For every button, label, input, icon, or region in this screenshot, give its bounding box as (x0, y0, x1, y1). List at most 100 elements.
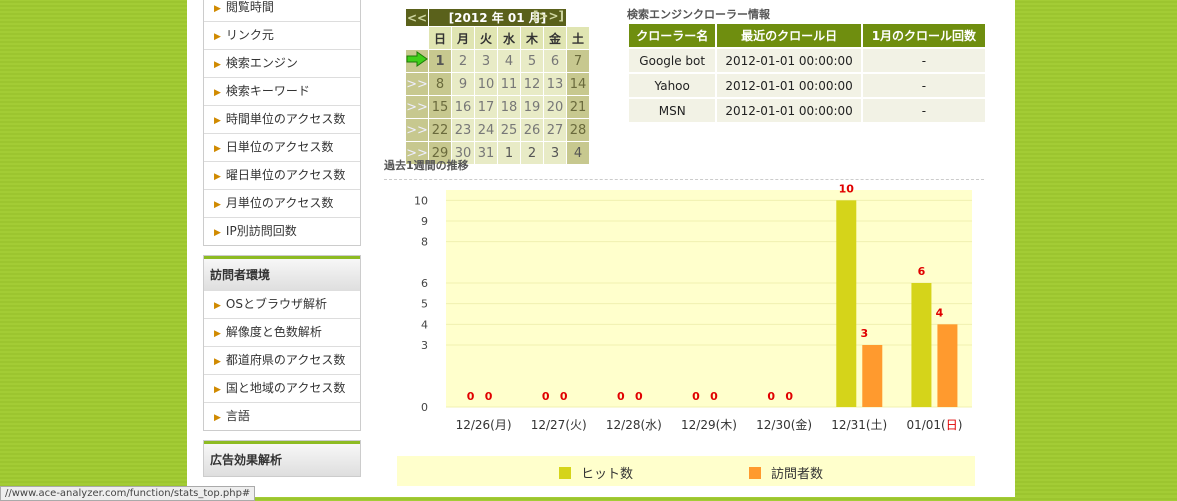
sidebar-menu-item[interactable]: ▶ OSとブラウザ解析 (204, 291, 360, 319)
calendar-day[interactable]: 1 (429, 50, 451, 72)
arrow-right-icon: ▶ (214, 200, 221, 210)
legend-swatch (559, 467, 571, 479)
calendar-week-link[interactable]: >> (406, 119, 428, 141)
sidebar-group-title: 広告効果解析 (204, 441, 360, 476)
calendar-next-link[interactable]: [>>] (533, 9, 564, 23)
crawler-cell: 2012-01-01 00:00:00 (717, 74, 861, 97)
sidebar: ▶ 閲覧時間 ▶ リンク元 ▶ 検索エンジン ▶ 検索キーワード ▶ 時間単位のアクセス数 ▶ 日単位… (203, 0, 361, 486)
calendar-day[interactable]: 15 (429, 96, 451, 118)
calendar-day[interactable]: 12 (521, 73, 543, 95)
menu-item-label: 検索キーワード (225, 84, 310, 98)
calendar-day[interactable]: 4 (567, 142, 589, 164)
calendar-day[interactable]: 3 (475, 50, 497, 72)
current-week-arrow-icon (406, 51, 428, 67)
bar (937, 324, 958, 407)
calendar-day[interactable]: 1 (498, 142, 520, 164)
arrow-right-icon: ▶ (214, 144, 221, 154)
menu-item-label: 曜日単位のアクセス数 (225, 168, 346, 182)
calendar-day[interactable]: 16 (452, 96, 474, 118)
calendar-week: >> 15 16 17 18 19 20 21 (406, 96, 589, 118)
sidebar-menu-item[interactable]: ▶ 曜日単位のアクセス数 (204, 162, 360, 190)
crawler-cell: - (862, 99, 985, 122)
sidebar-menu-item[interactable]: ▶ IP別訪問回数 (204, 218, 360, 245)
calendar-day[interactable]: 25 (498, 119, 520, 141)
y-tick-label: 4 (421, 318, 428, 331)
bar-value-label: 0 (560, 390, 568, 403)
calendar-day[interactable]: 7 (567, 50, 589, 72)
menu-item-label: 時間単位のアクセス数 (225, 112, 346, 126)
calendar-day[interactable]: 10 (475, 73, 497, 95)
calendar-corner (406, 27, 428, 49)
calendar-day[interactable]: 28 (567, 119, 589, 141)
calendar-day[interactable]: 27 (544, 119, 566, 141)
sidebar-menu-item[interactable]: ▶ 検索エンジン (204, 50, 360, 78)
bar-value-label: 3 (860, 327, 868, 340)
calendar-week-link[interactable]: >> (406, 96, 428, 118)
sidebar-menu-item[interactable]: ▶ リンク元 (204, 22, 360, 50)
calendar-week-link[interactable]: >> (406, 73, 428, 95)
plot-area (446, 190, 972, 407)
arrow-right-icon: ▶ (214, 32, 221, 42)
arrow-right-icon: ▶ (214, 329, 221, 339)
calendar-day[interactable]: 21 (567, 96, 589, 118)
sidebar-menu-item[interactable]: ▶ 言語 (204, 403, 360, 430)
calendar-week: >> 22 23 24 25 26 27 28 (406, 119, 589, 141)
calendar-day[interactable]: 9 (452, 73, 474, 95)
bar-value-label: 0 (635, 390, 643, 403)
calendar-week-link[interactable] (406, 50, 428, 72)
calendar-day[interactable]: 11 (498, 73, 520, 95)
sidebar-access-group: ▶ 閲覧時間 ▶ リンク元 ▶ 検索エンジン ▶ 検索キーワード ▶ 時間単位のアクセス数 ▶ 日単位… (203, 0, 361, 246)
calendar-day[interactable]: 19 (521, 96, 543, 118)
crawler-cell: - (862, 49, 985, 72)
sidebar-menu-item[interactable]: ▶ 閲覧時間 (204, 0, 360, 22)
calendar-week-marker: >> (406, 76, 428, 92)
sidebar-menu-item[interactable]: ▶ 日単位のアクセス数 (204, 134, 360, 162)
crawler-row: MSN 2012-01-01 00:00:00- (629, 99, 985, 122)
calendar-day[interactable]: 4 (498, 50, 520, 72)
sidebar-menu-item[interactable]: ▶ 解像度と色数解析 (204, 319, 360, 347)
calendar-day[interactable]: 14 (567, 73, 589, 95)
arrow-right-icon: ▶ (214, 385, 221, 395)
menu-item-label: 閲覧時間 (225, 0, 274, 14)
y-tick-label: 5 (421, 298, 428, 311)
sidebar-menu-item[interactable]: ▶ 国と地域のアクセス数 (204, 375, 360, 403)
calendar-day[interactable]: 5 (521, 50, 543, 72)
y-tick-label: 0 (421, 401, 428, 414)
bar-value-label: 0 (710, 390, 718, 403)
bar-value-label: 10 (839, 182, 855, 195)
bar-value-label: 0 (617, 390, 625, 403)
sidebar-menu-item[interactable]: ▶ 時間単位のアクセス数 (204, 106, 360, 134)
calendar-prev-link[interactable]: << (406, 9, 428, 26)
calendar-day[interactable]: 24 (475, 119, 497, 141)
arrow-right-icon: ▶ (214, 228, 221, 238)
sidebar-menu-item[interactable]: ▶ 検索キーワード (204, 78, 360, 106)
calendar-day[interactable]: 20 (544, 96, 566, 118)
calendar-day[interactable]: 18 (498, 96, 520, 118)
menu-item-label: 日単位のアクセス数 (225, 140, 334, 154)
calendar-day[interactable]: 2 (452, 50, 474, 72)
calendar-day[interactable]: 17 (475, 96, 497, 118)
calendar-day[interactable]: 2 (521, 142, 543, 164)
y-tick-label: 3 (421, 339, 428, 352)
sidebar-menu-item[interactable]: ▶ 月単位のアクセス数 (204, 190, 360, 218)
crawler-cell: - (862, 74, 985, 97)
crawler-row: Yahoo 2012-01-01 00:00:00- (629, 74, 985, 97)
arrow-right-icon: ▶ (214, 60, 221, 70)
calendar-week-marker: >> (406, 99, 428, 115)
crawler-cell: MSN (629, 99, 716, 122)
calendar-day[interactable]: 22 (429, 119, 451, 141)
menu-item-label: 言語 (225, 409, 250, 423)
sidebar-menu-item[interactable]: ▶ 都道府県のアクセス数 (204, 347, 360, 375)
calendar-day[interactable]: 8 (429, 73, 451, 95)
calendar-day[interactable]: 26 (521, 119, 543, 141)
calendar-day[interactable]: 3 (544, 142, 566, 164)
calendar-day[interactable]: 6 (544, 50, 566, 72)
calendar-day[interactable]: 31 (475, 142, 497, 164)
arrow-right-icon: ▶ (214, 4, 221, 14)
calendar-day[interactable]: 23 (452, 119, 474, 141)
calendar-weekday: 金 (544, 27, 566, 49)
crawler-title: 検索エンジンクローラー情報 (627, 8, 770, 21)
menu-item-label: リンク元 (225, 28, 274, 42)
calendar-week: >> 8 9 10 11 12 13 14 (406, 73, 589, 95)
calendar-day[interactable]: 13 (544, 73, 566, 95)
